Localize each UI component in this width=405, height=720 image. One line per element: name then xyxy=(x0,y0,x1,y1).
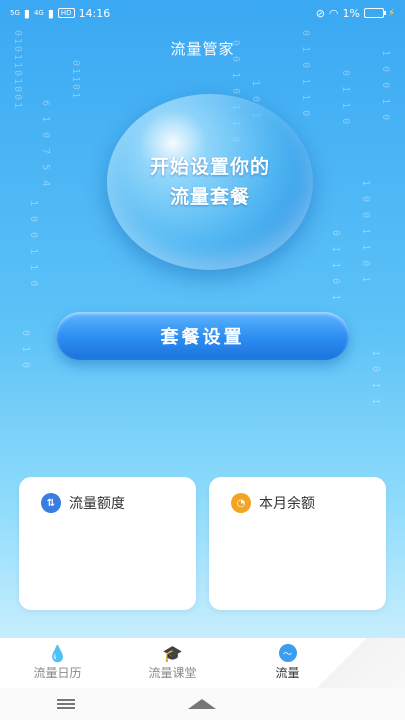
battery-icon xyxy=(363,8,386,18)
silent-icon: ⊘ xyxy=(315,6,325,20)
quota-icon: ⇅ xyxy=(41,493,61,513)
setup-bubble[interactable]: 开始设置你的 流量套餐 xyxy=(107,94,313,270)
menu-icon[interactable] xyxy=(56,699,75,709)
charging-icon: ⚡ xyxy=(387,7,395,19)
system-nav-bar xyxy=(0,688,405,720)
signal-4g-icon: 4G xyxy=(33,8,44,17)
balance-card-title: 本月余额 xyxy=(259,496,315,512)
clock: 14:16 xyxy=(78,6,111,20)
bubble-text-line2: 流量套餐 xyxy=(169,186,250,208)
graduation-cap-icon: 🎓 xyxy=(162,644,183,663)
page-title: 流量管家 xyxy=(170,40,235,58)
signal-bars-icon-2: ▮ xyxy=(47,6,54,20)
tab-label: 流量课堂 xyxy=(148,666,197,680)
status-bar: 5G ▮ 4G ▮ HD 14:16 ⊘ ◠ 1% ⚡ xyxy=(0,0,405,26)
tab-label: 流量日历 xyxy=(33,666,82,680)
bubble-text-line1: 开始设置你的 xyxy=(149,156,270,178)
tab-traffic-calendar[interactable]: 💧 流量日历 xyxy=(0,638,115,681)
package-setup-button[interactable]: 套餐设置 xyxy=(56,312,349,360)
clock-icon: ◔ xyxy=(231,493,251,513)
balance-card[interactable]: ◔ 本月余额 xyxy=(209,477,386,610)
battery-percent: 1% xyxy=(342,6,360,20)
tab-traffic-class[interactable]: 🎓 流量课堂 xyxy=(115,638,230,681)
wifi-icon: ◠ xyxy=(328,6,339,20)
quota-card-title: 流量额度 xyxy=(69,496,125,512)
quota-card[interactable]: ⇅ 流量额度 xyxy=(19,477,196,610)
signal-5g-icon: 5G xyxy=(10,8,20,17)
home-icon[interactable] xyxy=(188,699,217,709)
hd-badge: HD xyxy=(57,8,75,18)
signal-bars-icon: ▮ xyxy=(23,6,30,20)
water-drop-icon: 💧 xyxy=(47,644,68,663)
